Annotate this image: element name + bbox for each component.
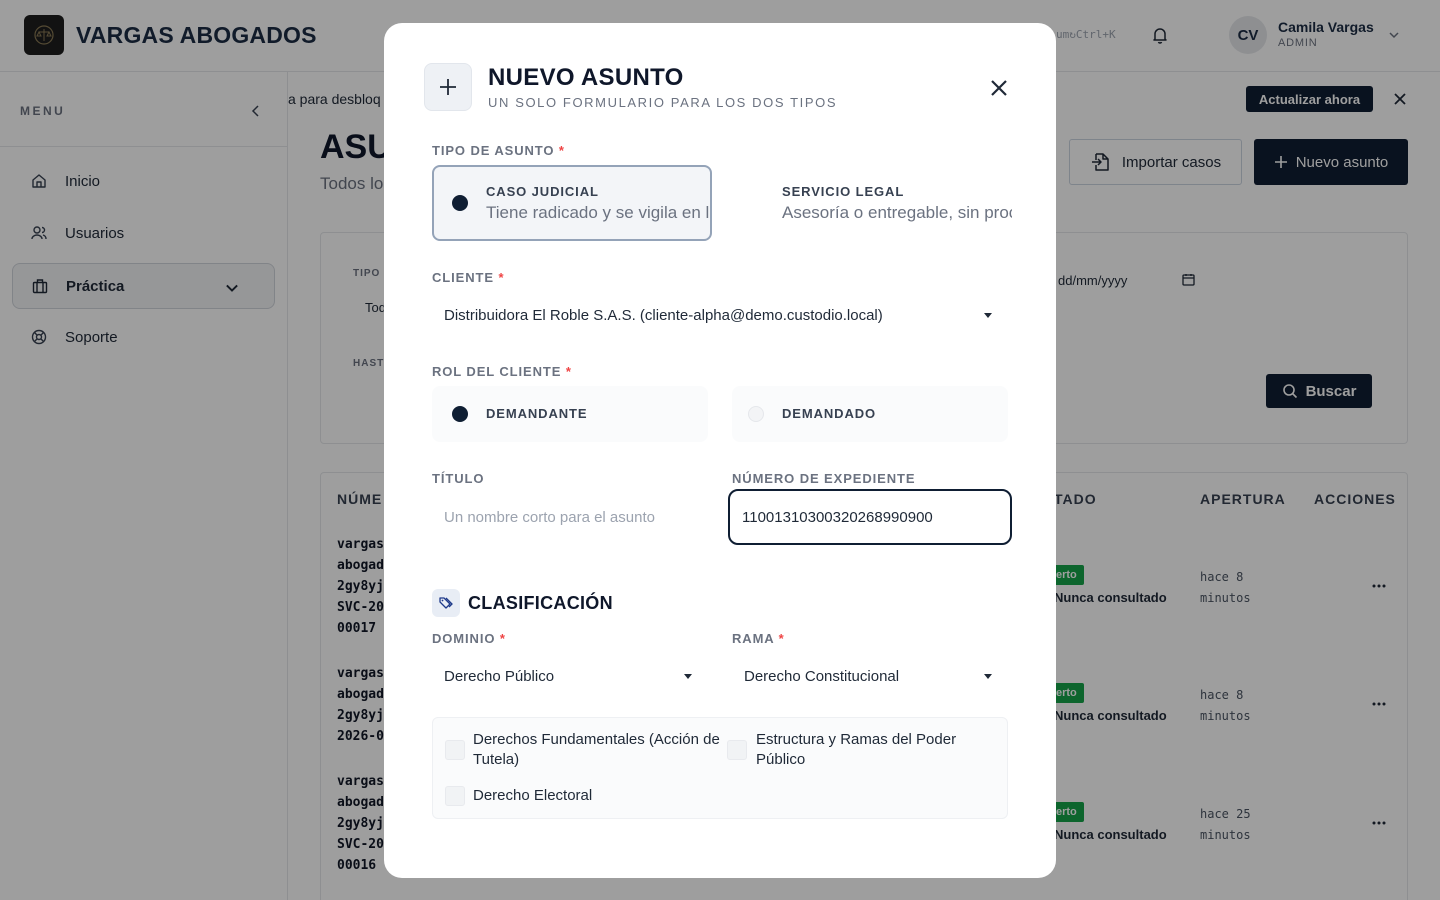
case-number-input[interactable]: 11001310300320268990900 xyxy=(728,489,1012,545)
field-label-titulo: TÍTULO xyxy=(432,471,485,486)
type-option-servicio-legal[interactable]: SERVICIO LEGAL Asesoría o entregable, si… xyxy=(732,165,1012,241)
domain-select-value: Derecho Público xyxy=(444,667,555,685)
radio-unselected xyxy=(748,406,764,422)
branch-select-value: Derecho Constitucional xyxy=(744,667,900,685)
required-mark: * xyxy=(565,364,572,379)
required-mark: * xyxy=(778,631,785,646)
field-label-text: CLIENTE xyxy=(432,270,494,285)
type-option-title: CASO JUDICIAL xyxy=(486,184,599,199)
client-select[interactable]: Distribuidora El Roble S.A.S. (cliente-a… xyxy=(432,292,1008,338)
field-label-text: RAMA xyxy=(732,631,775,646)
checkbox-label[interactable]: Derecho Electoral xyxy=(473,786,721,806)
radio-selected xyxy=(452,195,468,211)
role-option-label: DEMANDANTE xyxy=(486,406,588,421)
role-option-demandante[interactable]: DEMANDANTE xyxy=(432,386,708,442)
field-label-expediente: NÚMERO DE EXPEDIENTE xyxy=(732,471,916,486)
checkbox-estructura-ramas[interactable] xyxy=(727,740,747,760)
role-option-demandado[interactable]: DEMANDADO xyxy=(732,386,1008,442)
modal-subtitle: UN SOLO FORMULARIO PARA LOS DOS TIPOS xyxy=(488,95,838,110)
caret-down-icon xyxy=(984,674,992,679)
modal-title: NUEVO ASUNTO xyxy=(488,64,684,91)
close-icon[interactable] xyxy=(988,77,1010,99)
field-label-rama: RAMA * xyxy=(732,631,785,646)
radio-selected xyxy=(452,406,468,422)
type-option-description: Asesoría o entregable, sin proceso judic… xyxy=(782,203,1012,222)
checkbox-label[interactable]: Estructura y Ramas del Poder Público xyxy=(756,730,996,770)
checkbox-label[interactable]: Derechos Fundamentales (Acción de Tutela… xyxy=(473,730,721,770)
required-mark: * xyxy=(498,270,505,285)
client-select-value: Distribuidora El Roble S.A.S. (cliente-a… xyxy=(444,306,883,324)
field-label-tipo: TIPO DE ASUNTO * xyxy=(432,143,565,158)
new-matter-modal: NUEVO ASUNTO UN SOLO FORMULARIO PARA LOS… xyxy=(384,23,1056,878)
domain-select[interactable]: Derecho Público xyxy=(432,653,708,699)
checkbox-derecho-electoral[interactable] xyxy=(445,786,465,806)
field-label-text: DOMINIO xyxy=(432,631,496,646)
caret-down-icon xyxy=(684,674,692,679)
type-option-description: Tiene radicado y se vigila en la Rama Ju… xyxy=(486,203,710,222)
title-input[interactable]: Un nombre corto para el asunto xyxy=(432,495,718,539)
field-label-cliente: CLIENTE * xyxy=(432,270,504,285)
plus-icon xyxy=(440,79,456,95)
type-option-title: SERVICIO LEGAL xyxy=(782,184,905,199)
branch-select[interactable]: Derecho Constitucional xyxy=(732,653,1008,699)
tags-icon xyxy=(439,597,453,609)
field-label-text: ROL DEL CLIENTE xyxy=(432,364,562,379)
required-mark: * xyxy=(499,631,506,646)
field-label-dominio: DOMINIO * xyxy=(432,631,506,646)
checkbox-derechos-fundamentales[interactable] xyxy=(445,740,465,760)
classification-icon xyxy=(432,589,460,617)
classification-title: CLASIFICACIÓN xyxy=(468,593,613,613)
field-label-rol: ROL DEL CLIENTE * xyxy=(432,364,572,379)
subarea-checklist: Derechos Fundamentales (Acción de Tutela… xyxy=(432,717,1008,819)
role-option-label: DEMANDADO xyxy=(782,406,877,421)
type-option-caso-judicial[interactable]: CASO JUDICIAL Tiene radicado y se vigila… xyxy=(432,165,712,241)
field-label-text: TIPO DE ASUNTO xyxy=(432,143,555,158)
caret-down-icon xyxy=(984,313,992,318)
modal-header-icon xyxy=(424,63,472,111)
required-mark: * xyxy=(558,143,565,158)
